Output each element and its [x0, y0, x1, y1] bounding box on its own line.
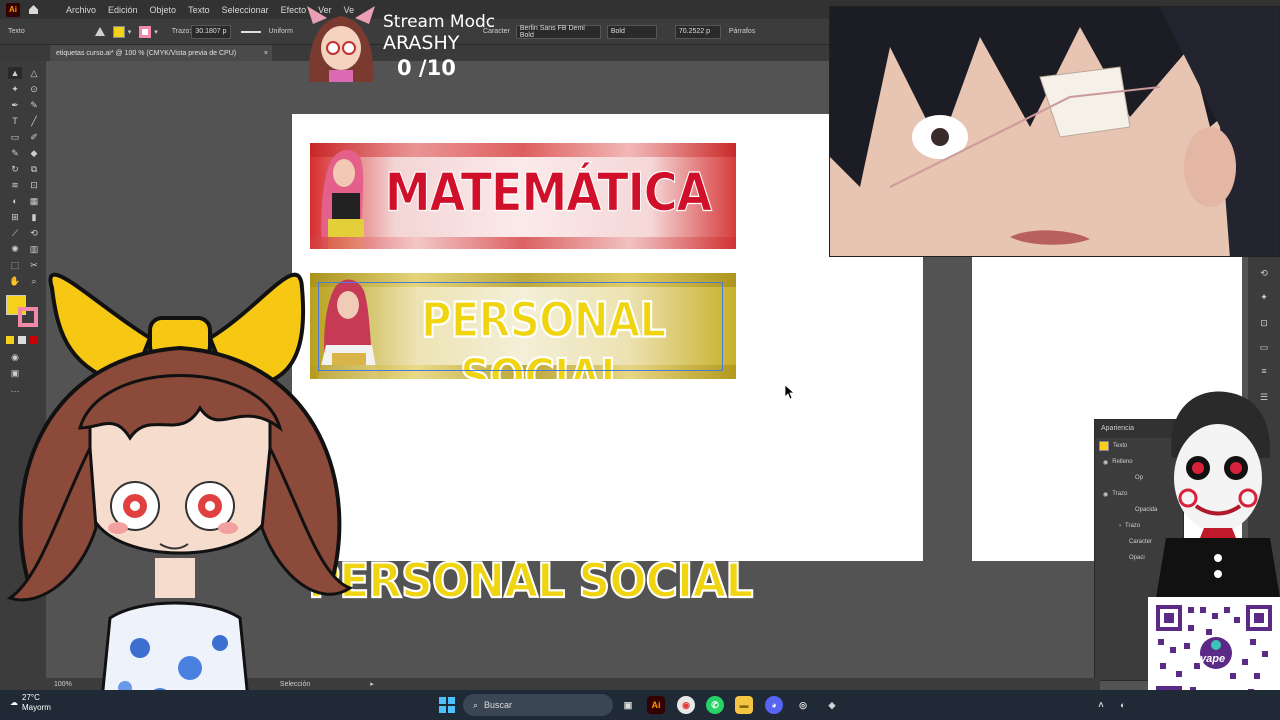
selection-bounding-box[interactable] — [318, 282, 723, 371]
anime-character-closeup — [830, 7, 1279, 256]
search-placeholder: Buscar — [484, 700, 513, 710]
chrome-icon[interactable]: ◉ — [677, 696, 695, 714]
close-tab-icon[interactable]: × — [264, 50, 268, 57]
menu-texto[interactable]: Texto — [182, 5, 216, 15]
eye-icon[interactable]: ◉ — [1103, 459, 1108, 466]
shape-builder-icon[interactable]: ◐ — [8, 195, 22, 207]
illustrator-taskbar-icon[interactable]: Ai — [647, 696, 665, 714]
appearance-row-opacity-3[interactable]: Opaci — [1129, 555, 1145, 561]
stream-avatar — [307, 6, 375, 82]
eraser-icon[interactable]: ◆ — [27, 147, 41, 159]
warning-icon — [94, 27, 105, 36]
mouse-cursor-icon — [785, 385, 795, 399]
task-view-icon[interactable]: ▣ — [619, 696, 637, 714]
fill-color-control[interactable]: ▾ — [112, 25, 131, 38]
direct-selection-tool-icon[interactable]: △ — [27, 67, 41, 79]
stroke-color-control[interactable]: ▾ — [139, 25, 158, 38]
whatsapp-icon[interactable]: ✆ — [706, 696, 724, 714]
selection-tool-icon[interactable]: ▲ — [8, 67, 22, 79]
menu-seleccionar[interactable]: Seleccionar — [216, 5, 275, 15]
chevron-up-icon[interactable]: ˄ — [1092, 696, 1110, 714]
appearance-row-relleno[interactable]: Relleno — [1112, 459, 1132, 465]
windows-start-icon[interactable] — [438, 696, 456, 714]
shaper-tool-icon[interactable]: ✎ — [8, 147, 22, 159]
appearance-row-opacity-1[interactable]: Op — [1135, 475, 1143, 481]
curvature-tool-icon[interactable]: ✎ — [27, 99, 41, 111]
rectangle-tool-icon[interactable]: ▭ — [8, 131, 22, 143]
menu-objeto[interactable]: Objeto — [144, 5, 183, 15]
gradient-tool-icon[interactable]: ▮ — [27, 211, 41, 223]
stream-counter: 0 /10 — [397, 56, 456, 80]
app-icon[interactable]: ◈ — [823, 696, 841, 714]
paragraph-label[interactable]: Párrafos — [729, 28, 755, 35]
screen: Ai Archivo Edición Objeto Texto Seleccio… — [0, 0, 1280, 720]
windows-taskbar: ☁ 27°C Mayorm ⌕ Buscar ▣ Ai ◉ ✆ ▬ ◕ ◎ ◈ … — [0, 690, 1280, 720]
banner-matematica-text: MATEMÁTICA — [384, 160, 712, 224]
line-tool-icon[interactable]: ╱ — [27, 115, 41, 127]
stroke-profile-select[interactable]: Uniform — [269, 28, 294, 35]
qr-brand-label: yape — [1200, 653, 1226, 665]
banner-matematica[interactable]: MATEMÁTICA — [310, 143, 736, 249]
blend-tool-icon[interactable]: ⟲ — [27, 227, 41, 239]
tray-icon[interactable]: ◐ — [1114, 696, 1132, 714]
font-family-select[interactable]: Berlin Sans FB Demi Bold — [515, 24, 601, 39]
appearance-row-trazo-2[interactable]: Trazo — [1125, 523, 1140, 529]
chevron-right-icon[interactable]: › — [1119, 523, 1121, 529]
weather-widget[interactable]: ☁ 27°C Mayorm — [10, 693, 51, 713]
search-icon: ⌕ — [473, 699, 479, 710]
panel-icon-4[interactable]: ▭ — [1257, 341, 1271, 353]
panel-icon-3[interactable]: ⊡ — [1257, 317, 1271, 329]
warp-tool-icon[interactable]: ≋ — [8, 179, 22, 191]
taskbar-search[interactable]: ⌕ Buscar — [463, 694, 613, 716]
canvas-text-personal-social[interactable]: PERSONAL SOCIAL — [307, 553, 754, 610]
stroke-weight-input[interactable]: 30.1807 p — [191, 24, 231, 39]
appearance-fill-swatch — [1099, 441, 1109, 451]
menu-edicion[interactable]: Edición — [102, 5, 144, 15]
stroke-line-icon — [240, 30, 261, 33]
type-tool-icon[interactable]: T — [8, 115, 22, 127]
free-transform-icon[interactable]: ⊡ — [27, 179, 41, 191]
vtuber-avatar — [6, 272, 354, 720]
banner-character-pink-hair — [321, 149, 364, 249]
file-explorer-icon[interactable]: ▬ — [735, 696, 753, 714]
scale-tool-icon[interactable]: ⧉ — [27, 163, 41, 175]
panel-icon-2[interactable]: ✦ — [1257, 291, 1271, 303]
panel-icon-5[interactable]: ≡ — [1257, 365, 1271, 377]
appearance-row-texto: Texto — [1113, 443, 1128, 449]
streamer-name: ARASHY — [383, 32, 460, 54]
play-icon[interactable]: ▸ — [370, 680, 374, 688]
eye-icon[interactable]: ◉ — [1103, 491, 1108, 498]
menu-archivo[interactable]: Archivo — [60, 5, 102, 15]
paintbrush-icon[interactable]: ✐ — [27, 131, 41, 143]
font-size-input[interactable]: 70.2522 p — [674, 24, 721, 39]
mode-label: Texto — [8, 28, 25, 35]
lasso-icon[interactable]: ⊙ — [27, 83, 41, 95]
appearance-row-trazo-1[interactable]: Trazo — [1112, 491, 1127, 497]
rotate-tool-icon[interactable]: ↻ — [8, 163, 22, 175]
font-style-select[interactable]: Bold — [606, 24, 657, 39]
jigsaw-puppet-character — [1156, 391, 1280, 598]
stroke-label: Trazo: — [171, 28, 192, 35]
panel-icon-1[interactable]: ⟲ — [1257, 267, 1271, 279]
weather-temperature: 27°C — [22, 693, 40, 702]
video-overlay — [829, 6, 1280, 257]
home-icon[interactable] — [26, 3, 40, 17]
weather-icon: ☁ — [10, 698, 18, 707]
eyedropper-icon[interactable]: ⟋ — [8, 227, 22, 239]
magic-wand-icon[interactable]: ✦ — [8, 83, 22, 95]
document-tab-title: etiquetas curso.ai* @ 100 % (CMYK/Vista … — [56, 49, 237, 57]
discord-icon[interactable]: ◕ — [765, 696, 783, 714]
document-tab[interactable]: etiquetas curso.ai* @ 100 % (CMYK/Vista … — [50, 45, 272, 61]
weather-description: Mayorm — [22, 703, 51, 712]
pen-tool-icon[interactable]: ✒ — [8, 99, 22, 111]
stream-mode-label: Stream Modc — [383, 12, 496, 32]
mesh-tool-icon[interactable]: ⊞ — [8, 211, 22, 223]
perspective-grid-icon[interactable]: ▦ — [27, 195, 41, 207]
obs-icon[interactable]: ◎ — [794, 696, 812, 714]
illustrator-logo-icon: Ai — [6, 2, 20, 17]
